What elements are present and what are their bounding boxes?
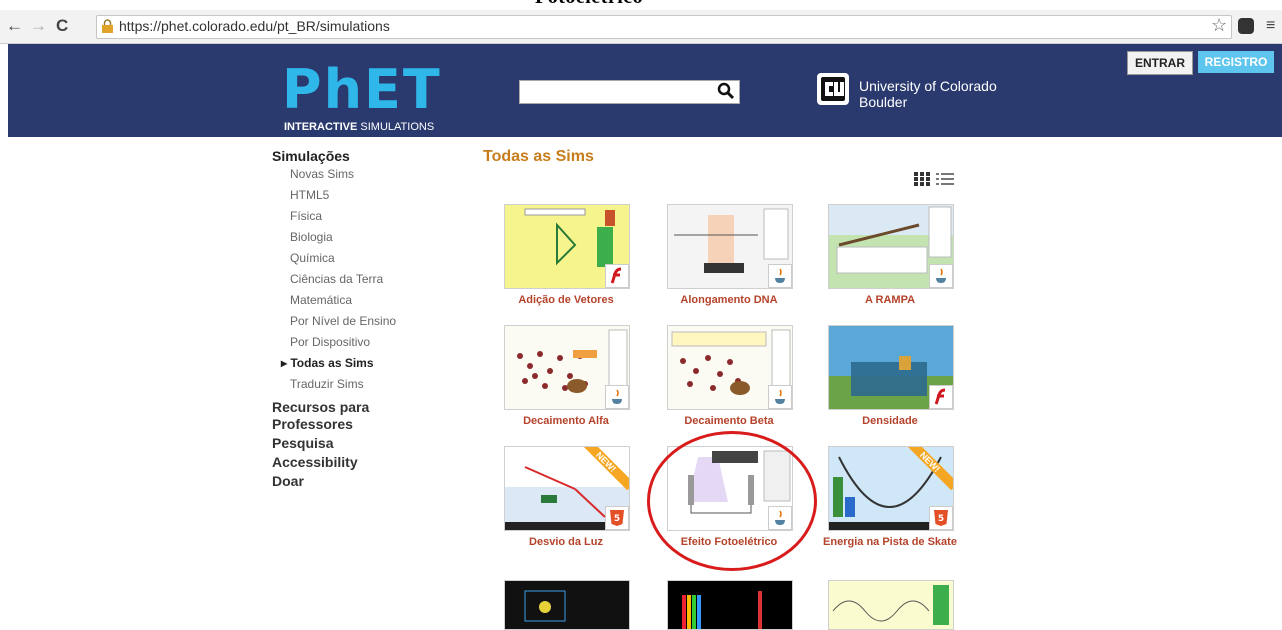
cu-icon: [817, 73, 849, 105]
sim-thumbnail[interactable]: NEW! 5: [504, 446, 630, 531]
sim-thumbnail[interactable]: [828, 325, 954, 410]
sim-title[interactable]: Alongamento DNA: [646, 294, 812, 307]
list-view-icon[interactable]: [936, 172, 954, 186]
sim-title[interactable]: Decaimento Alfa: [483, 415, 649, 428]
wave-sim-preview: [832, 585, 949, 625]
logo-text: PhET: [282, 58, 442, 121]
sidebar-item-todas-as-sims[interactable]: ▸ Todas as Sims: [281, 353, 462, 374]
search-input[interactable]: [519, 80, 740, 104]
sim-thumbnail[interactable]: [504, 325, 630, 410]
logo-subtitle: INTERACTIVE SIMULATIONS: [284, 121, 435, 133]
sidebar-section-pesquisa[interactable]: Pesquisa: [272, 435, 462, 452]
sim-thumbnail[interactable]: [667, 580, 793, 630]
url-text: https://phet.colorado.edu/pt_BR/simulati…: [119, 18, 390, 34]
java-icon: [768, 264, 792, 288]
sim-thumbnail[interactable]: NEW! 5: [828, 446, 954, 531]
sidebar-title[interactable]: Simulações: [272, 148, 462, 164]
sidebar-item-biologia[interactable]: Biologia: [290, 227, 462, 248]
sim-title[interactable]: Densidade: [807, 415, 973, 428]
site-header: PhET INTERACTIVE SIMULATIONS University …: [8, 44, 1282, 137]
sidebar: Simulações Novas Sims HTML5 Física Biolo…: [272, 148, 462, 490]
sidebar-section-recursos[interactable]: Recursos para Professores: [272, 399, 382, 433]
sidebar-section-accessibility[interactable]: Accessibility: [272, 454, 462, 471]
browser-menu-icon[interactable]: ≡: [1266, 17, 1275, 35]
sim-thumbnail[interactable]: [667, 204, 793, 289]
back-button[interactable]: ←: [6, 16, 23, 36]
sim-thumbnail[interactable]: [667, 325, 793, 410]
extension-icon[interactable]: [1238, 18, 1254, 34]
sidebar-item-fisica[interactable]: Física: [290, 206, 462, 227]
java-icon: [929, 264, 953, 288]
browser-toolbar: ← → C https://phet.colorado.edu/pt_BR/si…: [0, 10, 1282, 44]
university-name: University of Colorado Boulder: [859, 78, 997, 110]
spectrum-sim-preview: [682, 591, 762, 629]
caption-text: Fotoelétrico: [535, 0, 643, 9]
svg-text:5: 5: [614, 514, 620, 524]
lock-icon: [102, 19, 113, 33]
sim-thumbnail[interactable]: [828, 204, 954, 289]
sidebar-item-quimica[interactable]: Química: [290, 248, 462, 269]
sidebar-section-doar[interactable]: Doar: [272, 473, 462, 490]
sidebar-item-html5[interactable]: HTML5: [290, 185, 462, 206]
sim-title[interactable]: Desvio da Luz: [483, 536, 649, 549]
sim-thumbnail[interactable]: [504, 580, 630, 630]
java-icon: [768, 385, 792, 409]
sim-thumbnail[interactable]: [828, 580, 954, 630]
forward-button[interactable]: →: [30, 16, 47, 36]
sim-thumbnail[interactable]: [504, 204, 630, 289]
register-button[interactable]: REGISTRO: [1198, 51, 1274, 73]
html5-icon: 5: [605, 506, 629, 530]
sim-title[interactable]: Decaimento Beta: [646, 415, 812, 428]
page-title: Todas as Sims: [483, 148, 594, 165]
grid-view-icon[interactable]: [914, 172, 930, 186]
svg-text:5: 5: [938, 514, 944, 524]
login-button[interactable]: ENTRAR: [1127, 51, 1193, 75]
sidebar-item-nivel-de-ensino[interactable]: Por Nível de Ensino: [290, 311, 462, 332]
phet-logo[interactable]: PhET INTERACTIVE SIMULATIONS: [282, 58, 442, 134]
reload-button[interactable]: C: [56, 16, 68, 36]
dark-sim-preview: [524, 590, 566, 622]
address-bar[interactable]: https://phet.colorado.edu/pt_BR/simulati…: [96, 15, 1232, 39]
sidebar-item-ciencias-da-terra[interactable]: Ciências da Terra: [290, 269, 462, 290]
html5-icon: 5: [929, 506, 953, 530]
java-icon: [605, 385, 629, 409]
annotation-circle: [647, 431, 817, 571]
search-icon[interactable]: [717, 82, 735, 100]
sim-title[interactable]: Adição de Vetores: [483, 294, 649, 307]
sidebar-item-matematica[interactable]: Matemática: [290, 290, 462, 311]
sidebar-item-traduzir-sims[interactable]: Traduzir Sims: [290, 374, 462, 395]
flash-icon: [929, 385, 953, 409]
bookmark-star-icon[interactable]: ☆: [1211, 15, 1227, 36]
sidebar-item-dispositivo[interactable]: Por Dispositivo: [290, 332, 462, 353]
sim-title[interactable]: Energia na Pista de Skate: [807, 536, 973, 549]
sim-title[interactable]: A RAMPA: [807, 294, 973, 307]
sidebar-item-novas-sims[interactable]: Novas Sims: [290, 164, 462, 185]
flash-icon: [605, 264, 629, 288]
